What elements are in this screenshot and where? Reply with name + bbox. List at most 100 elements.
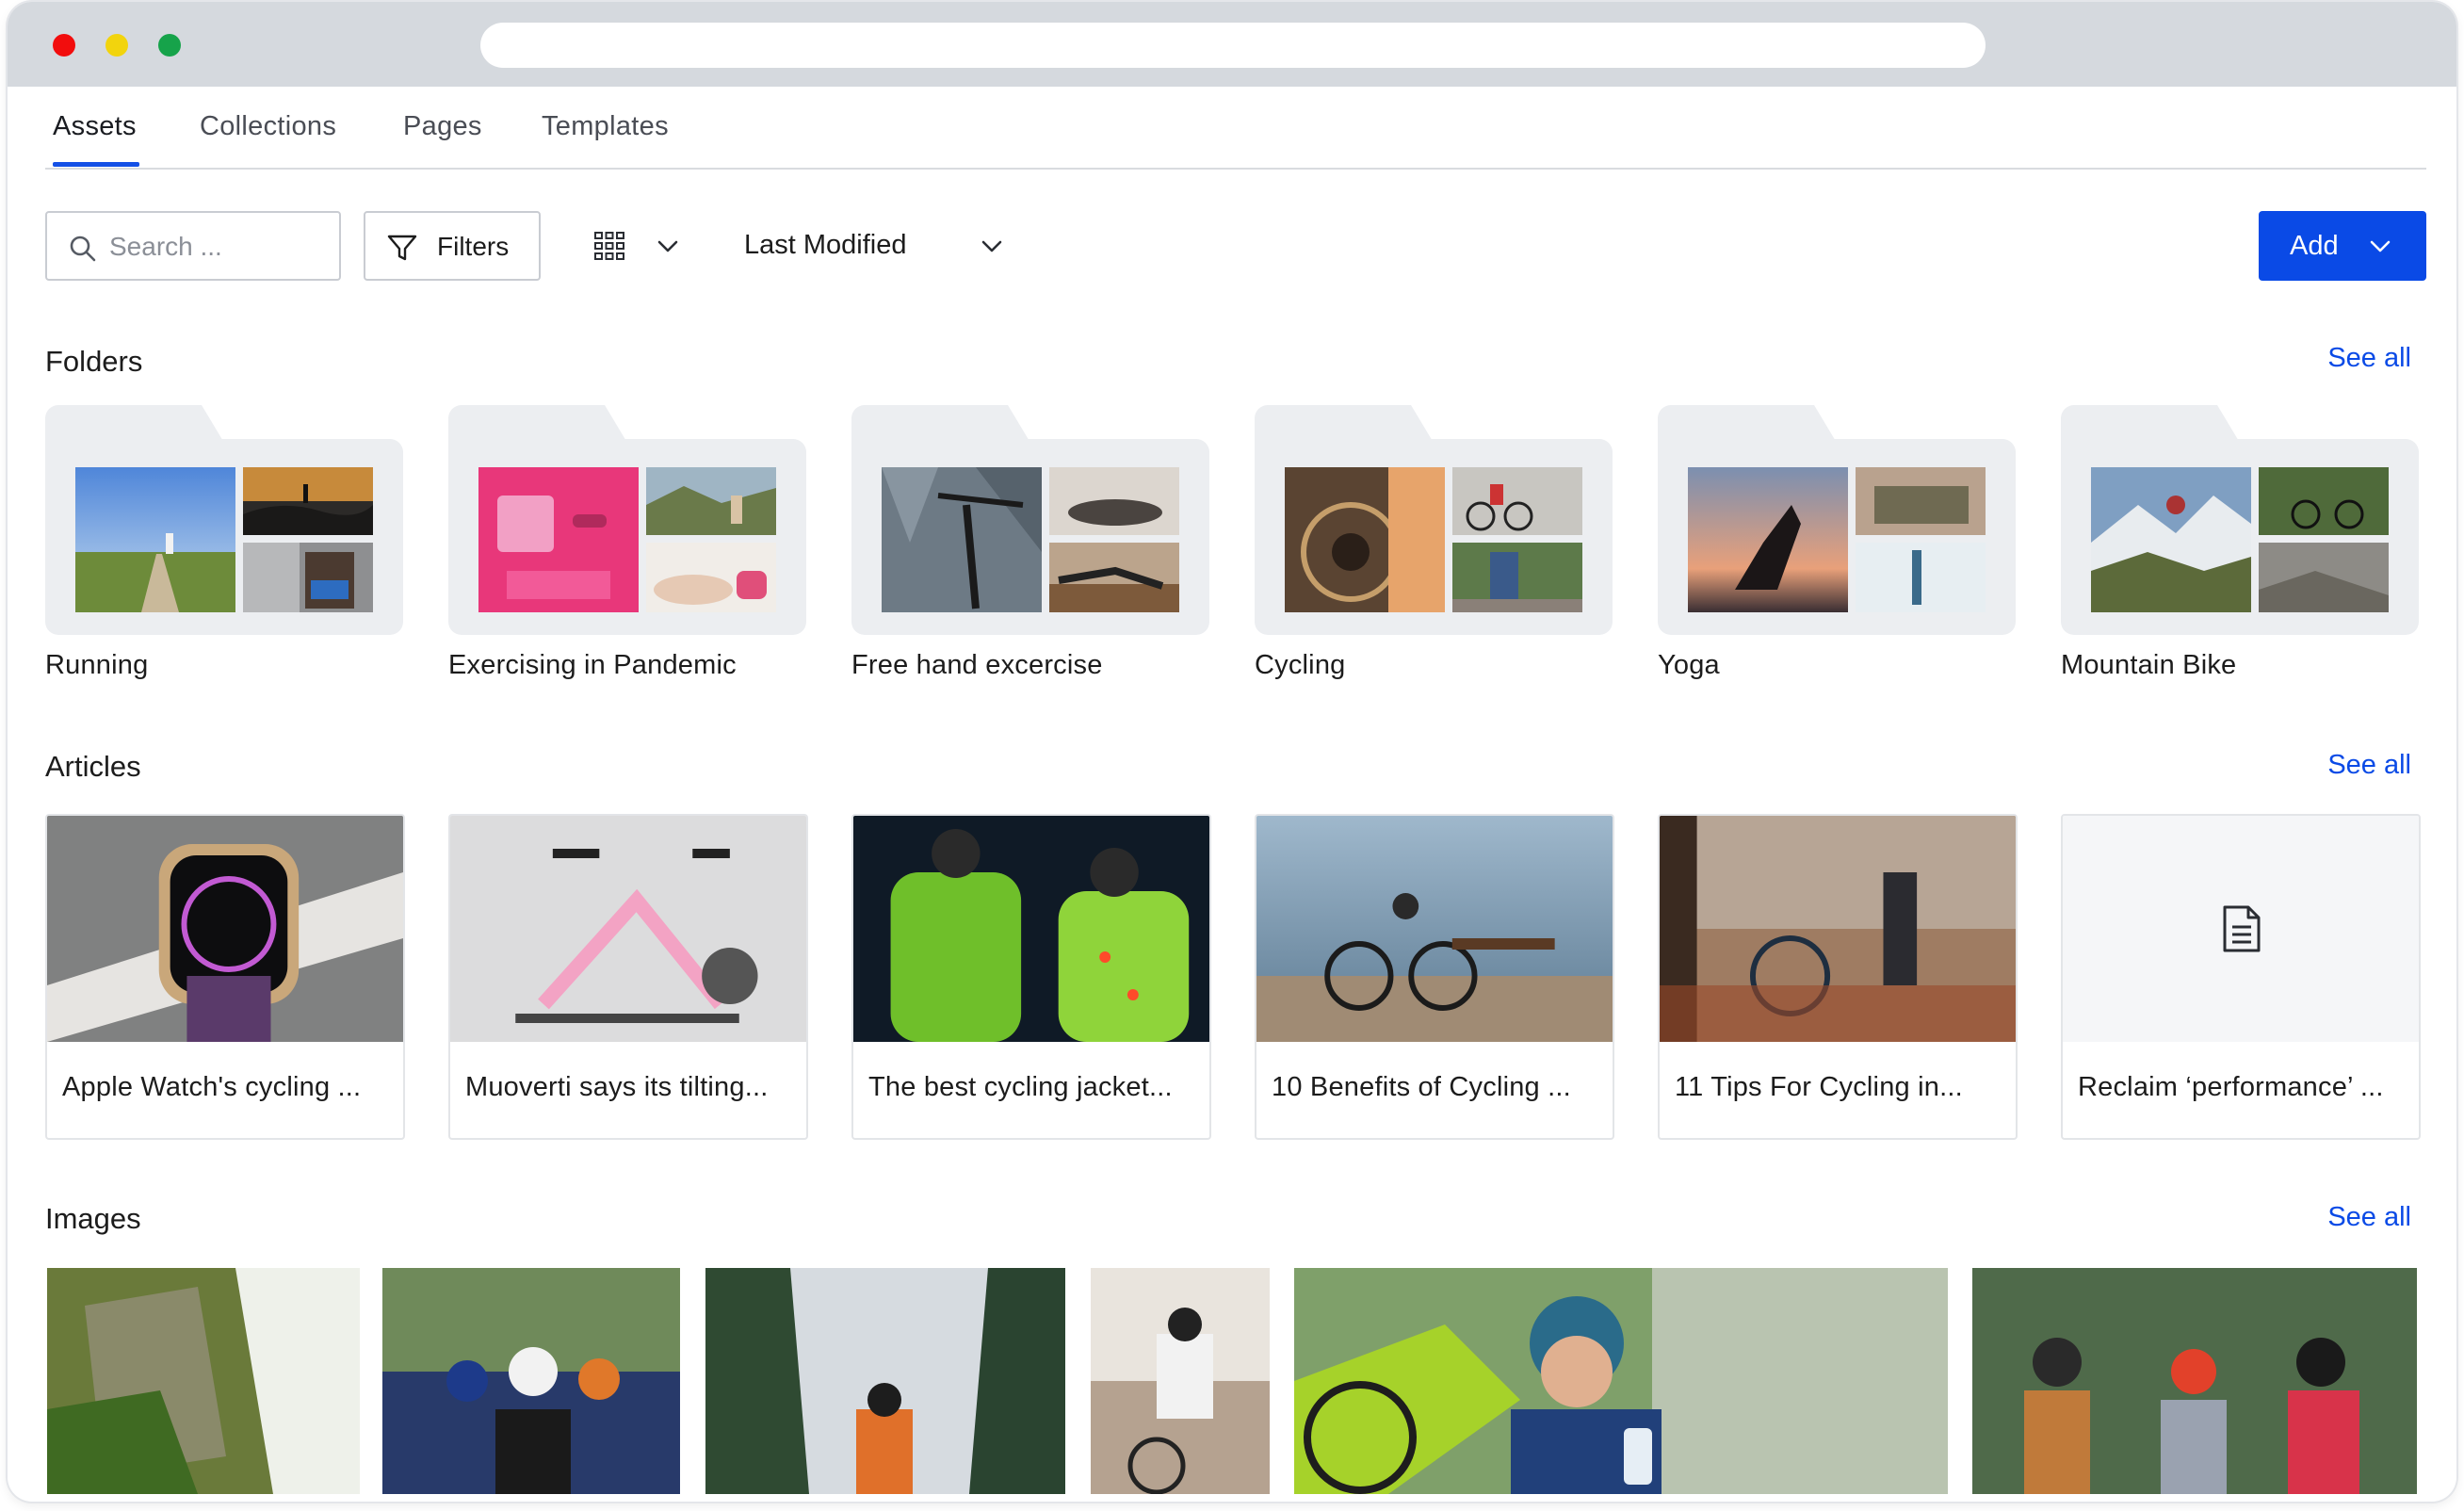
active-tab-indicator <box>53 162 139 167</box>
view-mode-dropdown[interactable] <box>593 222 697 269</box>
image-tile-mossy-cliff[interactable] <box>47 1268 360 1494</box>
folder-running[interactable] <box>45 405 403 635</box>
folder-thumb-running-path <box>75 467 235 612</box>
folder-tab <box>851 405 1008 443</box>
articles-see-all-link[interactable]: See all <box>2327 750 2411 781</box>
folder-mountain-bike[interactable] <box>2061 405 2419 635</box>
search-box <box>45 211 341 281</box>
chevron-down-icon <box>2370 240 2391 252</box>
close-window-button[interactable] <box>53 34 75 57</box>
tab-pages[interactable]: Pages <box>403 111 482 142</box>
minimize-window-button[interactable] <box>105 34 128 57</box>
folder-label: Running <box>45 650 149 680</box>
folder-tab <box>1255 405 1411 443</box>
maximize-window-button[interactable] <box>158 34 181 57</box>
article-thumb-reflective-jackets <box>853 816 1209 1042</box>
images-see-all-link[interactable]: See all <box>2327 1202 2411 1233</box>
search-icon <box>70 236 96 262</box>
articles-heading: Articles <box>45 750 141 783</box>
article-title: Apple Watch's cycling ... <box>62 1072 362 1102</box>
folder-tab-slope <box>590 405 627 443</box>
folder-thumb-hand-weight <box>646 543 776 612</box>
grid-view-icon <box>594 232 624 260</box>
folder-thumb-floor-workout <box>1049 543 1179 612</box>
article-title: 11 Tips For Cycling in... <box>1675 1072 1963 1102</box>
folder-tab <box>1658 405 1814 443</box>
folder-tab-slope <box>993 405 1030 443</box>
folder-yoga[interactable] <box>1658 405 2016 635</box>
folder-thumb-stretching <box>1049 467 1179 535</box>
folder-label: Cycling <box>1255 650 1346 680</box>
chevron-down-icon <box>657 240 678 252</box>
folder-thumb-road-cyclists <box>1452 467 1582 535</box>
folder-tab <box>45 405 202 443</box>
image-tile-smiling-cyclist[interactable] <box>1294 1268 1948 1494</box>
folder-tab <box>2061 405 2217 443</box>
image-tile-group-ride[interactable] <box>1972 1268 2417 1494</box>
folder-tab-slope <box>1396 405 1434 443</box>
folder-thumb-rocky-trail <box>2259 543 2389 612</box>
folder-label: Yoga <box>1658 650 1720 680</box>
image-tile-forest-road[interactable] <box>705 1268 1065 1494</box>
image-mossy-cliff <box>47 1268 360 1494</box>
article-card[interactable]: Apple Watch's cycling ... <box>45 814 405 1140</box>
folder-thumb-sunset-runner <box>243 467 373 535</box>
chevron-down-icon <box>981 240 1002 252</box>
tab-label: Assets <box>53 111 137 141</box>
folder-label: Mountain Bike <box>2061 650 2237 680</box>
folder-tab-slope <box>2202 405 2240 443</box>
article-title: Reclaim ‘performance’ ... <box>2078 1072 2384 1102</box>
asset-tabs: Assets Collections Pages Templates <box>45 87 2426 170</box>
article-thumb-placeholder <box>2063 816 2419 1042</box>
image-group-ride <box>1972 1268 2417 1494</box>
image-road-race <box>382 1268 680 1494</box>
folder-free-hand-excercise[interactable] <box>851 405 1209 635</box>
folder-cycling[interactable] <box>1255 405 1613 635</box>
folder-label: Exercising in Pandemic <box>448 650 737 680</box>
images-heading: Images <box>45 1202 141 1235</box>
image-tile-road-race[interactable] <box>382 1268 680 1494</box>
image-tile-coastal-rider[interactable] <box>1091 1268 1270 1494</box>
folder-thumb-trail-rider <box>2259 467 2389 535</box>
tab-label: Collections <box>200 111 337 141</box>
folder-label: Free hand excercise <box>851 650 1103 680</box>
article-thumb-autumn-park <box>1660 816 2016 1042</box>
folders-heading: Folders <box>45 345 143 378</box>
article-title: Muoverti says its tilting... <box>465 1072 769 1102</box>
folder-thumb-forest-riders <box>1452 543 1582 612</box>
article-card[interactable]: Reclaim ‘performance’ ... <box>2061 814 2421 1140</box>
folder-thumb-handstand <box>1856 543 1986 612</box>
image-forest-road <box>705 1268 1065 1494</box>
image-smiling-cyclist <box>1294 1268 1948 1494</box>
sort-label: Last Modified <box>744 230 907 260</box>
address-bar[interactable] <box>480 23 1986 68</box>
folder-thumb-pink-mat <box>478 467 639 612</box>
add-button[interactable]: Add <box>2259 211 2426 281</box>
tab-collections[interactable]: Collections <box>200 111 336 142</box>
folder-thumb-sunset-yoga <box>1688 467 1848 612</box>
search-input[interactable] <box>109 230 326 264</box>
article-title: The best cycling jacket... <box>868 1072 1173 1102</box>
filters-button[interactable]: Filters <box>364 211 541 281</box>
article-card[interactable]: 11 Tips For Cycling in... <box>1658 814 2018 1140</box>
folders-see-all-link[interactable]: See all <box>2327 343 2411 374</box>
filters-label: Filters <box>437 232 510 261</box>
article-card[interactable]: The best cycling jacket... <box>851 814 1211 1140</box>
folder-thumb-shoe-lacing <box>243 543 373 612</box>
tab-templates[interactable]: Templates <box>542 111 669 142</box>
folder-thumb-mountain-jump <box>2091 467 2251 612</box>
folder-exercising-in-pandemic[interactable] <box>448 405 806 635</box>
toolbar: Filters Last Modified Add <box>45 211 2426 281</box>
tab-label: Templates <box>542 111 669 141</box>
folder-thumb-dancer-pose <box>882 467 1042 612</box>
article-thumb-smart-bike <box>450 816 806 1042</box>
image-coastal-rider <box>1091 1268 1270 1494</box>
article-thumb-bike-by-sea <box>1256 816 1613 1042</box>
browser-window: Assets Collections Pages Templates Filte… <box>8 2 2456 1502</box>
folder-thumb-bike-gears <box>1285 467 1445 612</box>
article-card[interactable]: 10 Benefits of Cycling ... <box>1255 814 1614 1140</box>
tab-assets[interactable]: Assets <box>53 111 139 167</box>
folder-tab-slope <box>186 405 224 443</box>
article-card[interactable]: Muoverti says its tilting... <box>448 814 808 1140</box>
folder-tab <box>448 405 605 443</box>
